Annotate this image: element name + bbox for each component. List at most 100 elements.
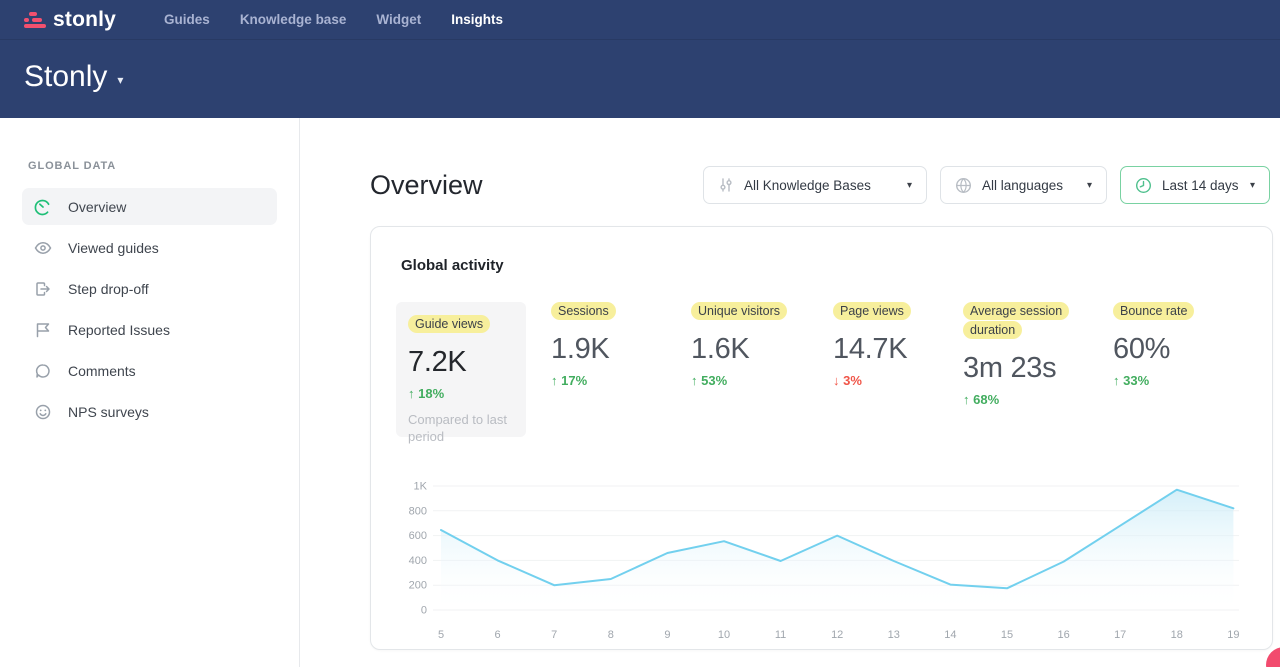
chevron-down-icon: ▾ xyxy=(907,180,912,191)
sidebar-item-label: NPS surveys xyxy=(68,404,149,420)
svg-text:400: 400 xyxy=(409,555,427,567)
trend-arrow-icon: ↓ xyxy=(833,373,840,388)
knowledge-bases-filter-dropdown[interactable]: All Knowledge Bases ▾ xyxy=(703,166,927,204)
metric-label: Guide views xyxy=(408,315,490,333)
sidebar-item-viewed-guides[interactable]: Viewed guides xyxy=(22,229,277,266)
svg-text:14: 14 xyxy=(944,629,956,641)
metric-delta: ↑ 68% xyxy=(963,392,1075,407)
card-title: Global activity xyxy=(371,227,1272,274)
sidebar-item-nps-surveys[interactable]: NPS surveys xyxy=(22,393,277,430)
delta-value: 18% xyxy=(418,386,444,401)
sidebar-item-label: Step drop-off xyxy=(68,281,149,297)
delta-value: 53% xyxy=(701,373,727,388)
svg-text:11: 11 xyxy=(775,629,786,641)
nav-item-widget[interactable]: Widget xyxy=(376,12,421,27)
main-content: Overview All Knowledge Bases ▾ xyxy=(300,118,1280,667)
activity-chart: 02004006008001K5678910111213141516171819 xyxy=(401,470,1246,648)
chevron-down-icon: ▾ xyxy=(1250,180,1255,191)
svg-text:13: 13 xyxy=(888,629,900,641)
metric-value: 3m 23s xyxy=(963,352,1075,385)
sidebar-item-reported-issues[interactable]: Reported Issues xyxy=(22,311,277,348)
metrics-row: Guide views 7.2K ↑ 18% Compared to last … xyxy=(371,302,1272,464)
svg-text:1K: 1K xyxy=(414,481,428,493)
nav-item-knowledge-base[interactable]: Knowledge base xyxy=(240,12,347,27)
metric-delta: ↑ 33% xyxy=(1113,373,1194,388)
sidebar-item-label: Comments xyxy=(68,363,136,379)
metric-label: Unique visitors xyxy=(691,302,787,320)
globe-icon xyxy=(955,177,972,194)
svg-text:10: 10 xyxy=(718,629,730,641)
comment-icon xyxy=(34,362,52,380)
delta-value: 17% xyxy=(561,373,587,388)
eye-icon xyxy=(34,239,52,257)
filter-label: All languages xyxy=(982,178,1063,193)
metric-value: 60% xyxy=(1113,333,1194,366)
metric-average-session-duration: Average session duration 3m 23s ↑ 68% xyxy=(963,302,1075,407)
stonly-logo-icon xyxy=(24,12,46,28)
clock-icon xyxy=(1135,177,1152,194)
sidebar-item-comments[interactable]: Comments xyxy=(22,352,277,389)
metric-sessions: Sessions 1.9K ↑ 17% xyxy=(551,302,616,388)
sidebar-item-overview[interactable]: Overview xyxy=(22,188,277,225)
sidebar: GLOBAL DATA Overview Viewed guides Step … xyxy=(0,118,300,667)
svg-text:16: 16 xyxy=(1057,629,1069,641)
top-nav: Guides Knowledge base Widget Insights xyxy=(164,12,503,27)
stonly-logo[interactable]: stonly xyxy=(24,8,116,32)
svg-text:7: 7 xyxy=(551,629,557,641)
chart-area: 02004006008001K5678910111213141516171819 xyxy=(371,470,1272,653)
trend-arrow-icon: ↑ xyxy=(551,373,558,388)
svg-text:5: 5 xyxy=(438,629,444,641)
metric-value: 1.9K xyxy=(551,333,616,366)
trend-arrow-icon: ↑ xyxy=(691,373,698,388)
delta-value: 33% xyxy=(1123,373,1149,388)
sidebar-item-label: Viewed guides xyxy=(68,240,159,256)
date-range-dropdown[interactable]: Last 14 days ▾ xyxy=(1120,166,1270,204)
svg-text:600: 600 xyxy=(409,530,427,542)
sidebar-item-label: Overview xyxy=(68,199,126,215)
metric-note: Compared to last period xyxy=(408,411,512,446)
nav-item-guides[interactable]: Guides xyxy=(164,12,210,27)
svg-text:6: 6 xyxy=(495,629,501,641)
nav-item-insights[interactable]: Insights xyxy=(451,12,503,27)
metric-label: Bounce rate xyxy=(1113,302,1194,320)
metric-unique-visitors: Unique visitors 1.6K ↑ 53% xyxy=(691,302,787,388)
svg-text:200: 200 xyxy=(409,580,427,592)
filter-label: All Knowledge Bases xyxy=(744,178,871,193)
filter-label: Last 14 days xyxy=(1162,178,1239,193)
languages-filter-dropdown[interactable]: All languages ▾ xyxy=(940,166,1107,204)
svg-text:12: 12 xyxy=(831,629,843,641)
workspace-dropdown-caret[interactable]: ▾ xyxy=(117,67,123,87)
metric-delta: ↓ 3% xyxy=(833,373,911,388)
stonly-logo-text: stonly xyxy=(53,8,116,32)
workspace-row: Stonly ▾ xyxy=(0,40,1280,94)
chevron-down-icon: ▾ xyxy=(1087,180,1092,191)
sliders-icon xyxy=(718,177,734,193)
smiley-icon xyxy=(34,403,52,421)
sidebar-item-step-drop-off[interactable]: Step drop-off xyxy=(22,270,277,307)
workspace-title[interactable]: Stonly xyxy=(24,60,107,94)
svg-text:17: 17 xyxy=(1114,629,1126,641)
filters-row: All Knowledge Bases ▾ All languages ▾ xyxy=(703,166,1270,204)
top-navigation-bar: stonly Guides Knowledge base Widget Insi… xyxy=(0,0,1280,40)
app-header: stonly Guides Knowledge base Widget Insi… xyxy=(0,0,1280,118)
metric-label: Sessions xyxy=(551,302,616,320)
svg-text:0: 0 xyxy=(421,605,427,617)
svg-text:19: 19 xyxy=(1227,629,1239,641)
metric-label: Average session duration xyxy=(963,302,1069,339)
metric-value: 1.6K xyxy=(691,333,787,366)
svg-text:15: 15 xyxy=(1001,629,1013,641)
metric-value: 7.2K xyxy=(408,346,514,379)
svg-text:18: 18 xyxy=(1171,629,1183,641)
delta-value: 3% xyxy=(843,373,862,388)
sidebar-section-label: GLOBAL DATA xyxy=(28,160,277,172)
svg-text:800: 800 xyxy=(409,505,427,517)
flag-icon xyxy=(34,321,52,339)
global-activity-card: Global activity Guide views 7.2K ↑ 18% C… xyxy=(370,226,1273,650)
delta-value: 68% xyxy=(973,392,999,407)
step-exit-icon xyxy=(34,280,52,298)
gauge-icon xyxy=(34,198,52,216)
metric-delta: ↑ 17% xyxy=(551,373,616,388)
metric-page-views: Page views 14.7K ↓ 3% xyxy=(833,302,911,388)
sidebar-item-label: Reported Issues xyxy=(68,322,170,338)
metric-delta: ↑ 53% xyxy=(691,373,787,388)
